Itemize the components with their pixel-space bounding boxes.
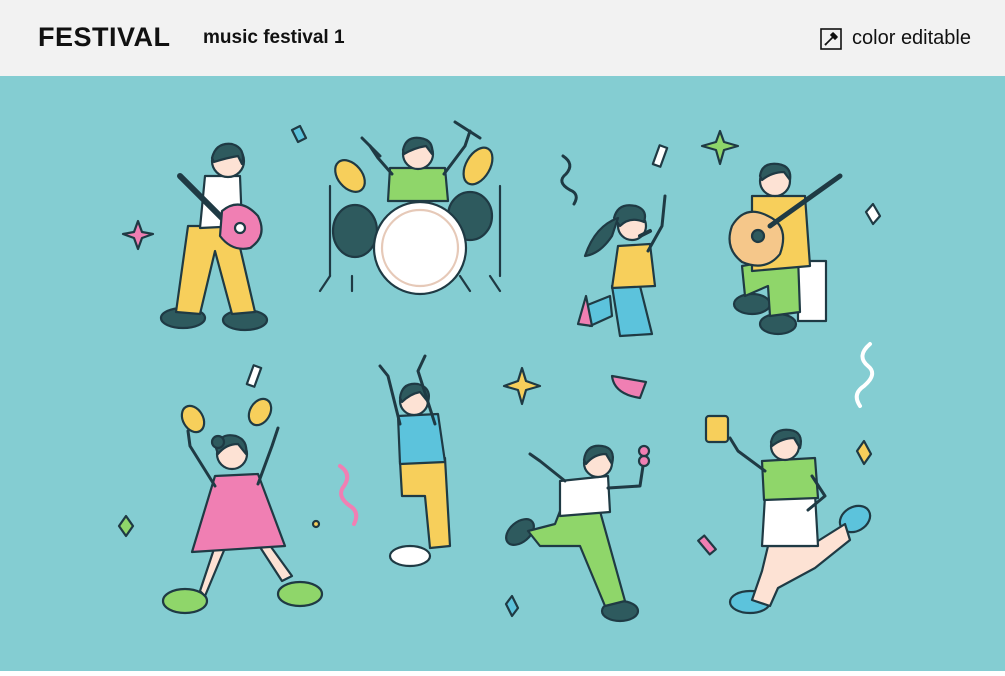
eyedropper-icon	[820, 27, 842, 50]
page-subtitle: music festival 1	[203, 27, 345, 48]
festival-illustration	[0, 76, 1005, 671]
header-bar: FESTIVAL music festival 1 color editable	[0, 0, 1005, 76]
stage-background	[0, 76, 1005, 671]
color-editable-label: color editable	[852, 27, 971, 49]
color-editable-badge: color editable	[820, 27, 971, 50]
illustration-stage	[0, 76, 1005, 671]
brand-title: FESTIVAL	[38, 22, 171, 52]
